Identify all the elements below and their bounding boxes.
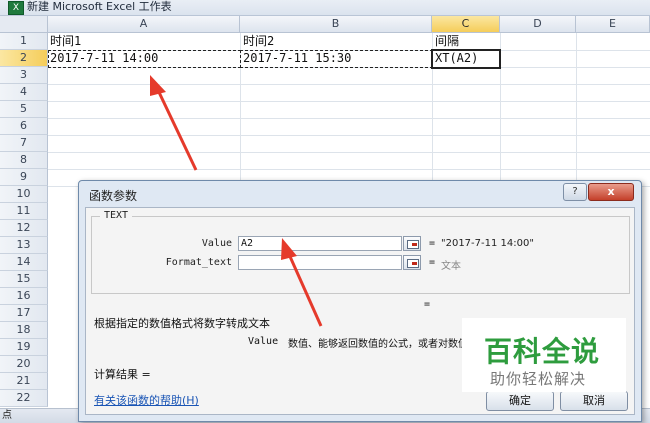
close-button[interactable]: x xyxy=(588,183,634,201)
result-label: 计算结果 = xyxy=(94,368,151,381)
cancel-button[interactable]: 取消 xyxy=(560,391,628,411)
window-title: 新建 Microsoft Excel 工作表 xyxy=(27,0,172,13)
format-text-result: 文本 xyxy=(441,261,461,272)
function-name: TEXT xyxy=(100,210,133,221)
arg-label-value: Value xyxy=(201,238,232,249)
format-text-input[interactable] xyxy=(238,255,402,270)
row-header[interactable]: 15 xyxy=(0,271,48,288)
row-header[interactable]: 3 xyxy=(0,67,48,84)
dialog-titlebar[interactable]: 函数参数 ? x xyxy=(79,181,641,207)
row-header[interactable]: 17 xyxy=(0,305,48,322)
row-header[interactable]: 18 xyxy=(0,322,48,339)
row-header[interactable]: 14 xyxy=(0,254,48,271)
select-all-corner[interactable] xyxy=(0,16,48,33)
row-header[interactable]: 5 xyxy=(0,101,48,118)
row-gridline xyxy=(48,101,650,102)
reference-selection-marquee xyxy=(48,50,241,68)
window-titlebar: X 新建 Microsoft Excel 工作表 xyxy=(0,0,650,16)
row-header[interactable]: 9 xyxy=(0,169,48,186)
column-header-a[interactable]: A xyxy=(48,16,240,33)
arg-label-format-text: Format_text xyxy=(165,257,232,268)
status-text: 点 xyxy=(2,410,12,421)
row-header[interactable]: 20 xyxy=(0,356,48,373)
equals-sign: = xyxy=(429,257,436,268)
function-help-link[interactable]: 有关该函数的帮助(H) xyxy=(94,392,199,408)
row-header[interactable]: 16 xyxy=(0,288,48,305)
arg-help-name: Value xyxy=(248,336,279,347)
value-input[interactable]: A2 xyxy=(238,236,402,251)
row-header[interactable]: 6 xyxy=(0,118,48,135)
collapse-dialog-button[interactable] xyxy=(403,255,421,270)
row-gridline xyxy=(48,118,650,119)
watermark-badge: 百科全说 助你轻松解决 xyxy=(462,318,626,392)
value-result: "2017-7-11 14:00" xyxy=(441,238,534,249)
row-header[interactable]: 13 xyxy=(0,237,48,254)
row-header[interactable]: 19 xyxy=(0,339,48,356)
watermark-brand: 百科全说 xyxy=(484,335,601,368)
cell-b1[interactable]: 时间2 xyxy=(243,33,429,50)
row-gridline xyxy=(48,135,650,136)
dialog-title: 函数参数 xyxy=(89,189,138,203)
cell-c1[interactable]: 间隔 xyxy=(435,33,498,50)
cell-a1[interactable]: 时间1 xyxy=(50,33,238,50)
active-cell-border xyxy=(431,49,501,69)
help-button[interactable]: ? xyxy=(563,183,587,201)
row-header[interactable]: 8 xyxy=(0,152,48,169)
row-gridline xyxy=(48,152,650,153)
row-header[interactable]: 22 xyxy=(0,390,48,407)
excel-icon[interactable]: X xyxy=(8,1,24,15)
watermark-slogan: 助你轻松解决 xyxy=(490,370,587,388)
row-header[interactable]: 7 xyxy=(0,135,48,152)
ok-button[interactable]: 确定 xyxy=(486,391,554,411)
row-header[interactable]: 11 xyxy=(0,203,48,220)
column-header-d[interactable]: D xyxy=(500,16,576,33)
row-header[interactable]: 10 xyxy=(0,186,48,203)
row-header[interactable]: 2 xyxy=(0,50,48,67)
equals-sign: = xyxy=(429,238,436,249)
row-header[interactable]: 1 xyxy=(0,33,48,50)
row-header[interactable]: 21 xyxy=(0,373,48,390)
collapse-dialog-button[interactable] xyxy=(403,236,421,251)
row-header[interactable]: 12 xyxy=(0,220,48,237)
reference-selection-marquee xyxy=(240,50,433,68)
function-args-group: TEXT Value A2 = "2017-7-11 14:00" Format… xyxy=(91,210,630,294)
function-result-equals: = xyxy=(424,299,431,310)
column-header-c[interactable]: C xyxy=(432,16,500,33)
function-description: 根据指定的数值格式将数字转成文本 xyxy=(94,317,270,330)
row-gridline xyxy=(48,169,650,170)
column-header-e[interactable]: E xyxy=(576,16,650,33)
row-header[interactable]: 4 xyxy=(0,84,48,101)
row-gridline xyxy=(48,84,650,85)
column-header-b[interactable]: B xyxy=(240,16,432,33)
